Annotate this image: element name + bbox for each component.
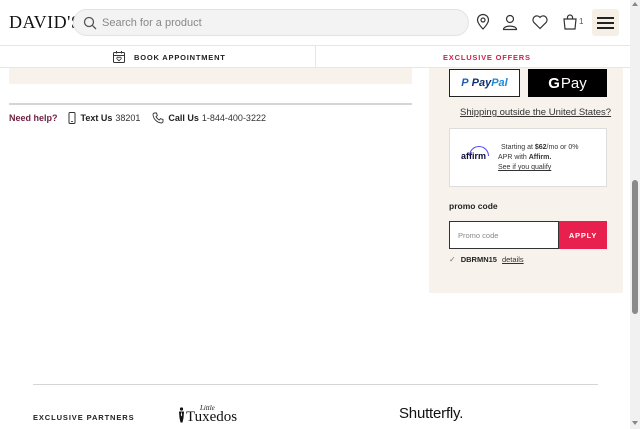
applied-promo: ✓ DBRMN15 details [449, 255, 524, 264]
davids-logo[interactable]: DAVID'S [9, 12, 81, 33]
footer-divider [33, 384, 598, 385]
paypal-logo-icon: P [461, 77, 469, 89]
exclusive-offers-link[interactable]: EXCLUSIVE OFFERS [443, 53, 531, 62]
promo-code-heading: promo code [449, 201, 498, 211]
location-pin-icon[interactable] [474, 13, 492, 31]
scrollbar-thumb[interactable] [632, 180, 638, 314]
paypal-button[interactable]: P PayPal [449, 69, 520, 97]
checkmark-icon: ✓ [449, 255, 456, 264]
affirm-logo: affirm [461, 146, 489, 161]
search-icon [83, 16, 97, 30]
affirm-arc-icon [469, 146, 489, 156]
wishlist-heart-icon[interactable] [531, 13, 549, 31]
page-scrollbar[interactable] [630, 0, 640, 429]
order-summary-box [9, 68, 412, 84]
tuxedo-figure-icon [179, 407, 184, 423]
search-bar[interactable] [73, 9, 469, 36]
promo-details-link[interactable]: details [502, 255, 524, 264]
book-appointment-link[interactable]: BOOK APPOINTMENT [112, 50, 226, 64]
promo-code-input[interactable] [449, 221, 559, 249]
exclusive-partners-label: EXCLUSIVE PARTNERS [33, 413, 135, 422]
call-us-number[interactable]: 1-844-400-3222 [202, 113, 266, 123]
shopping-bag-icon[interactable] [561, 13, 579, 31]
hamburger-icon [597, 17, 614, 19]
need-help-label: Need help? [9, 113, 58, 123]
bag-count-badge: 1 [579, 17, 584, 26]
mobile-phone-icon [68, 112, 76, 124]
text-us-label: Text Us [80, 113, 113, 123]
calendar-icon [113, 51, 125, 63]
apply-promo-button[interactable]: APPLY [559, 221, 607, 249]
paypal-pal-text: Pal [491, 77, 508, 89]
book-appointment-label: BOOK APPOINTMENT [134, 52, 226, 62]
affirm-financing-box: affirm Starting at $62/mo or 0% APR with… [449, 128, 607, 187]
call-us-label: Call Us [168, 113, 199, 123]
shipping-outside-us-link[interactable]: Shipping outside the United States? [460, 107, 611, 118]
help-bar: Need help? Text Us 38201 Call Us 1-844-4… [9, 112, 266, 124]
paypal-pay-text: Pay [471, 77, 492, 89]
account-icon[interactable] [501, 13, 519, 31]
google-g-icon: G [548, 74, 560, 92]
sub-navigation: BOOK APPOINTMENT EXCLUSIVE OFFERS [0, 45, 630, 68]
little-tuxedos-main-text: Tuxedos [186, 409, 238, 425]
google-pay-button[interactable]: G Pay [528, 69, 607, 97]
scroll-up-arrow-icon[interactable] [632, 2, 638, 6]
subnav-divider [315, 46, 316, 68]
scroll-down-arrow-icon[interactable] [632, 421, 638, 425]
content-divider [9, 103, 412, 105]
affirm-qualify-link[interactable]: See if you qualify [498, 164, 551, 171]
applied-promo-code: DBRMN15 [460, 255, 497, 264]
search-input[interactable] [102, 14, 452, 32]
google-pay-label: Pay [560, 74, 587, 92]
shutterfly-logo[interactable]: Shutterfly. [399, 405, 463, 422]
affirm-message: Starting at $62/mo or 0% APR with Affirm… [498, 144, 579, 171]
phone-icon [152, 112, 164, 124]
menu-button[interactable] [592, 9, 619, 36]
site-header: DAVID'S 1 [0, 0, 630, 45]
text-us-number[interactable]: 38201 [115, 113, 140, 123]
little-tuxedos-logo[interactable]: Little Tuxedos [178, 404, 258, 426]
